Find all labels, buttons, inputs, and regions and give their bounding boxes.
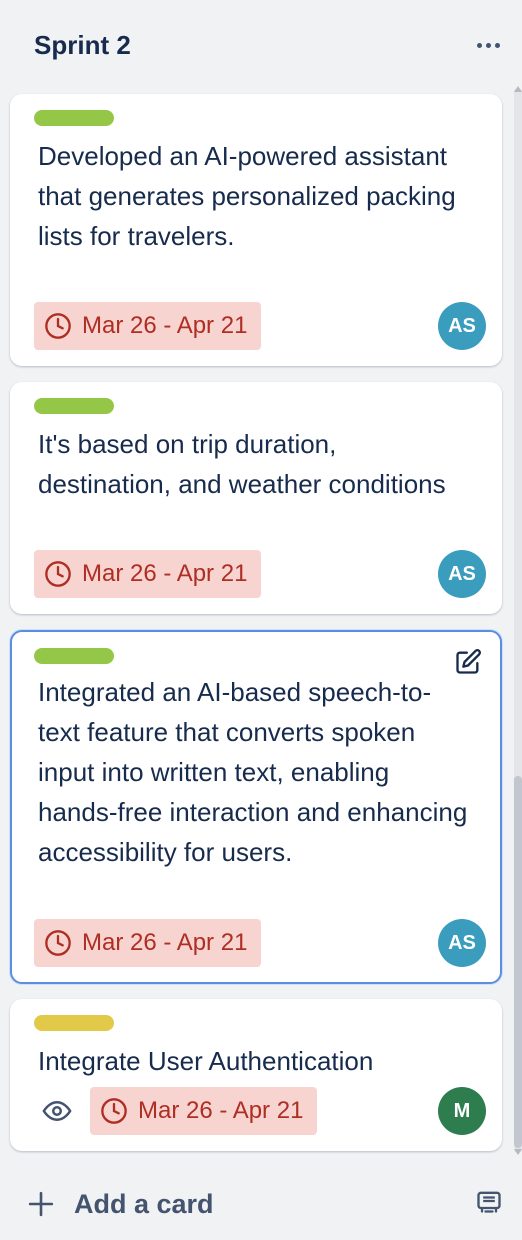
clock-icon [101, 1098, 127, 1124]
card-title: Integrate User Authentication [38, 1046, 374, 1076]
card[interactable]: Developed an AI-powered assistant that g… [10, 94, 502, 366]
list-actions-button[interactable] [468, 28, 508, 62]
due-date-badge[interactable]: Mar 26 - Apr 21 [34, 302, 262, 350]
list-header: Sprint 2 [34, 22, 522, 68]
plus-icon [28, 1191, 54, 1217]
card-title: Developed an AI-powered assistant that g… [38, 141, 456, 251]
card-label[interactable] [34, 648, 114, 664]
card-title: It's based on trip duration, destination… [38, 429, 446, 499]
card[interactable]: Integrate User Authentication Mar 26 - A… [10, 999, 502, 1151]
due-date-badge[interactable]: Mar 26 - Apr 21 [90, 1087, 318, 1135]
due-date-text: Mar 26 - Apr 21 [82, 312, 248, 339]
list-column: Sprint 2 Developed an AI-powered assista… [0, 0, 522, 1240]
clock-icon [45, 313, 71, 339]
avatar[interactable]: AS [438, 919, 486, 967]
clock-icon [45, 930, 71, 956]
create-from-template-button[interactable] [474, 1186, 504, 1216]
card-label[interactable] [34, 110, 114, 126]
due-date-badge[interactable]: Mar 26 - Apr 21 [34, 919, 262, 967]
card[interactable]: It's based on trip duration, destination… [10, 382, 502, 614]
eye-icon [42, 1100, 72, 1122]
add-card-label: Add a card [74, 1188, 214, 1219]
scroll-up-arrow-icon[interactable] [514, 86, 522, 92]
add-card-button[interactable]: Add a card [28, 1178, 214, 1230]
card-label[interactable] [34, 1015, 114, 1031]
card-label[interactable] [34, 398, 114, 414]
watching-indicator [40, 1094, 74, 1128]
list-scrollbar[interactable] [512, 86, 522, 1155]
ellipsis-icon [476, 42, 482, 48]
due-date-badge[interactable]: Mar 26 - Apr 21 [34, 550, 262, 598]
list-title[interactable]: Sprint 2 [34, 22, 522, 68]
due-date-text: Mar 26 - Apr 21 [82, 560, 248, 587]
scroll-down-arrow-icon[interactable] [514, 1149, 522, 1155]
clock-icon [45, 561, 71, 587]
scrollbar-thumb[interactable] [514, 776, 522, 1148]
card-title: Integrated an AI-based speech-to-text fe… [38, 677, 468, 867]
card-template-icon [477, 1191, 501, 1213]
due-date-text: Mar 26 - Apr 21 [82, 929, 248, 956]
due-date-text: Mar 26 - Apr 21 [138, 1097, 304, 1124]
avatar[interactable]: M [438, 1087, 486, 1135]
avatar[interactable]: AS [438, 302, 486, 350]
avatar[interactable]: AS [438, 550, 486, 598]
card-hovered[interactable]: Integrated an AI-based speech-to-text fe… [10, 630, 502, 984]
